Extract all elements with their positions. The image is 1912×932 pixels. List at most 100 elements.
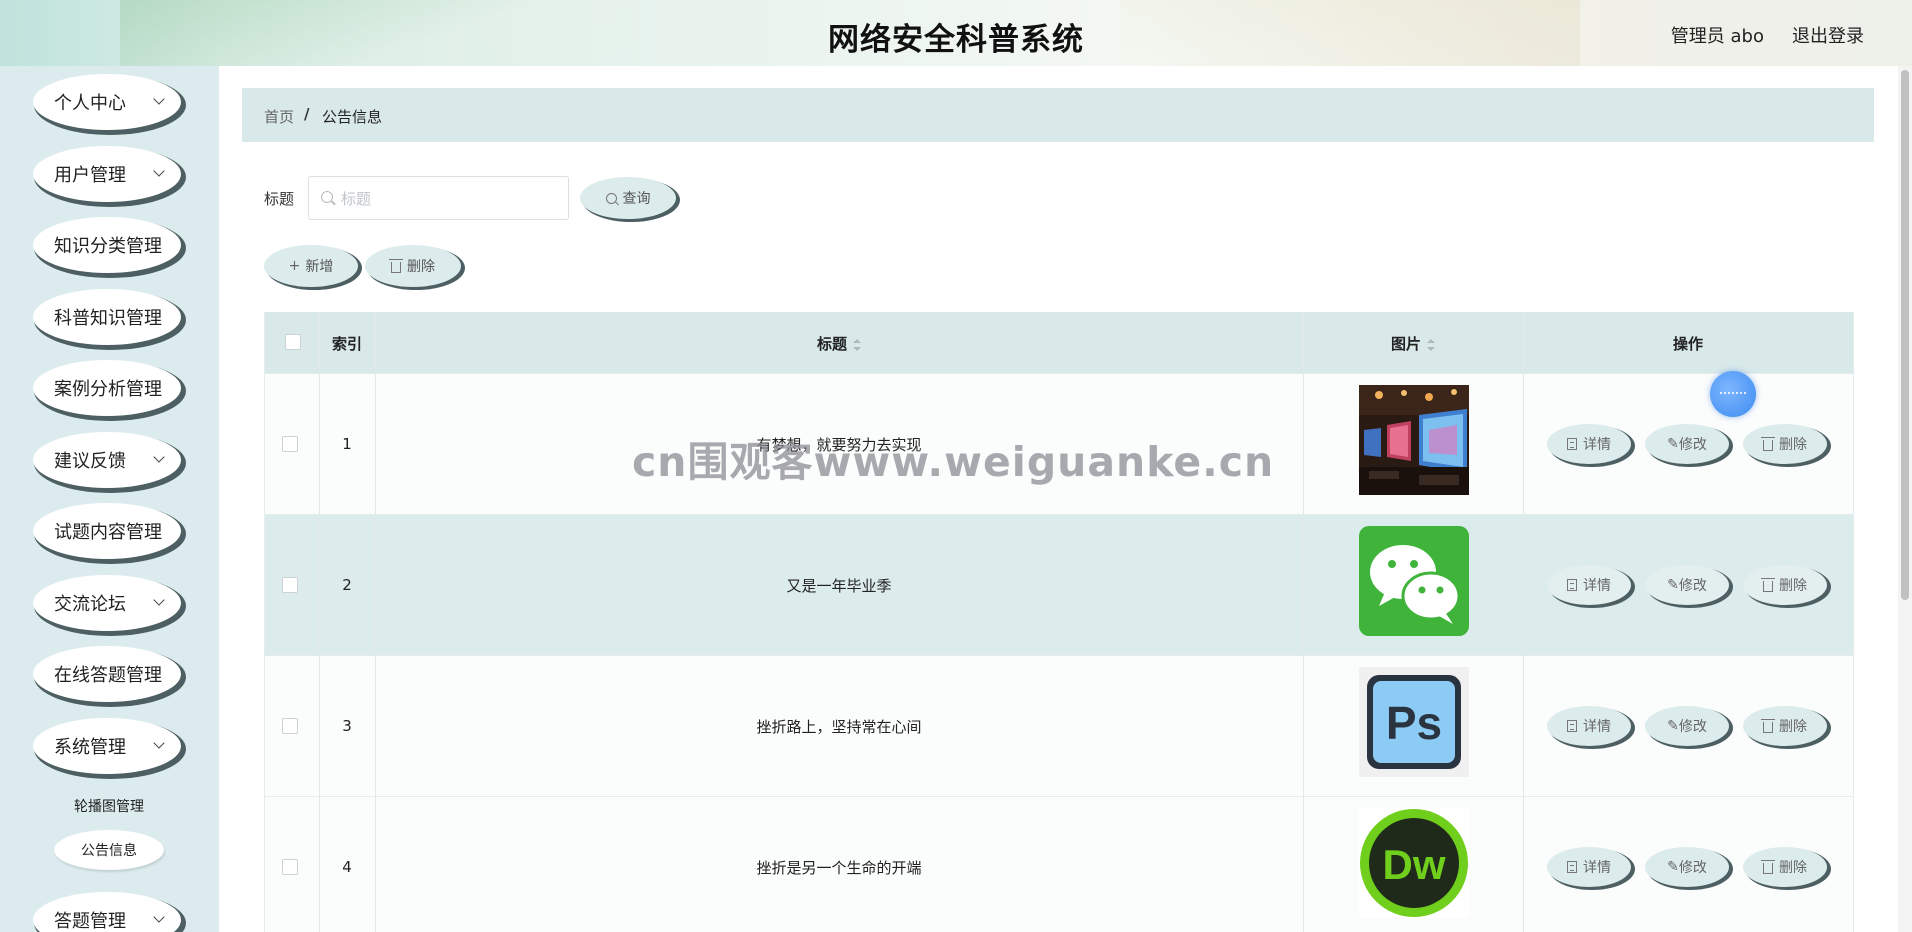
plus-icon: + <box>288 258 301 274</box>
table-row: 1 有梦想，就要努力去实现 详情 ✎ 修改 删除 <box>265 373 1853 514</box>
row-image <box>1359 385 1469 495</box>
edit-button-label: 修改 <box>1678 860 1707 876</box>
delete-button[interactable]: 删除 <box>1743 847 1827 887</box>
pencil-icon: ✎ <box>1667 577 1679 593</box>
sidebar-item-label: 答题管理 <box>54 911 126 932</box>
row-title: 有梦想，就要努力去实现 <box>756 436 922 454</box>
search-input[interactable] <box>341 187 561 211</box>
row-index: 4 <box>342 858 352 876</box>
sidebar-subitem-carousel[interactable]: 轮播图管理 <box>54 786 164 826</box>
sidebar-item-answer-management[interactable]: 答题管理 <box>33 892 181 932</box>
column-divider <box>1523 312 1524 932</box>
edit-button[interactable]: ✎ 修改 <box>1645 565 1729 605</box>
column-divider <box>1303 312 1304 932</box>
search-field[interactable] <box>308 176 569 220</box>
pencil-icon: ✎ <box>1667 718 1679 734</box>
chevron-down-icon <box>153 451 165 463</box>
delete-button-label: 删除 <box>1779 860 1807 876</box>
breadcrumb: 首页 / 公告信息 <box>242 88 1874 142</box>
floating-assistant-icon[interactable] <box>1710 371 1756 417</box>
sidebar-item-question-content[interactable]: 试题内容管理 <box>33 503 181 559</box>
row-image: Dw <box>1359 808 1469 918</box>
document-icon <box>1567 861 1577 873</box>
query-button-label: 查询 <box>622 191 651 207</box>
search-label: 标题 <box>264 190 295 208</box>
delete-button-label: 删除 <box>1779 719 1807 735</box>
trash-icon <box>1761 577 1775 592</box>
ps-logo-image: Ps <box>1359 667 1469 777</box>
sidebar-item-user-management[interactable]: 用户管理 <box>33 146 181 202</box>
edit-button-label: 修改 <box>1678 578 1707 594</box>
search-icon <box>605 192 617 204</box>
row-index: 3 <box>342 717 352 735</box>
row-checkbox[interactable] <box>282 436 298 452</box>
delete-button[interactable]: 删除 <box>1743 565 1827 605</box>
detail-button[interactable]: 详情 <box>1547 565 1631 605</box>
trash-icon <box>1761 859 1775 874</box>
sidebar-item-forum[interactable]: 交流论坛 <box>33 575 181 631</box>
row-title: 挫折是另一个生命的开端 <box>756 859 922 877</box>
detail-button-label: 详情 <box>1583 860 1611 876</box>
sidebar-item-feedback[interactable]: 建议反馈 <box>33 432 181 488</box>
edit-button-label: 修改 <box>1678 719 1707 735</box>
sidebar-item-science-knowledge[interactable]: 科普知识管理 <box>33 289 181 345</box>
delete-button-label: 删除 <box>1779 437 1807 453</box>
row-image <box>1359 526 1469 636</box>
chevron-down-icon <box>153 911 165 923</box>
sidebar-item-label: 在线答题管理 <box>54 665 162 686</box>
trash-icon <box>389 258 403 273</box>
breadcrumb-home[interactable]: 首页 <box>264 106 294 127</box>
chevron-down-icon <box>153 737 165 749</box>
sidebar-subitem-label: 轮播图管理 <box>74 799 144 815</box>
column-header-title[interactable]: 标题 <box>375 333 1303 354</box>
vertical-scrollbar[interactable] <box>1898 66 1912 932</box>
detail-button[interactable]: 详情 <box>1547 706 1631 746</box>
row-index: 2 <box>342 576 352 594</box>
breadcrumb-separator: / <box>304 105 310 123</box>
row-checkbox[interactable] <box>282 859 298 875</box>
gaming-room-photo-image <box>1359 385 1469 495</box>
detail-button-label: 详情 <box>1583 437 1611 453</box>
sort-icon[interactable] <box>853 338 861 351</box>
row-checkbox[interactable] <box>282 577 298 593</box>
logout-link[interactable]: 退出登录 <box>1792 22 1864 48</box>
add-button[interactable]: + 新增 <box>264 245 358 287</box>
column-header-title-label: 标题 <box>816 335 847 353</box>
edit-button[interactable]: ✎ 修改 <box>1645 847 1729 887</box>
sidebar-item-system-management[interactable]: 系统管理 <box>33 718 181 774</box>
column-header-image[interactable]: 图片 <box>1303 333 1523 354</box>
bulk-delete-button[interactable]: 删除 <box>365 245 461 287</box>
delete-button[interactable]: 删除 <box>1743 706 1827 746</box>
sidebar-item-knowledge-category[interactable]: 知识分类管理 <box>33 217 181 273</box>
select-all-checkbox[interactable] <box>285 334 301 350</box>
detail-button[interactable]: 详情 <box>1547 424 1631 464</box>
trash-icon <box>1761 718 1775 733</box>
app-title: 网络安全科普系统 <box>828 22 1084 58</box>
sidebar-item-online-quiz[interactable]: 在线答题管理 <box>33 646 181 702</box>
column-divider <box>375 312 376 932</box>
delete-button[interactable]: 删除 <box>1743 424 1827 464</box>
dw-logo-image: Dw <box>1359 808 1469 918</box>
query-button[interactable]: 查询 <box>580 177 676 219</box>
sidebar-item-label: 交流论坛 <box>54 594 126 615</box>
column-divider <box>319 312 320 932</box>
sidebar-item-label: 建议反馈 <box>54 451 126 472</box>
table-row: 4 挫折是另一个生命的开端 Dw 详情 ✎ 修改 删除 <box>265 796 1853 932</box>
row-image: Ps <box>1359 667 1469 777</box>
detail-button-label: 详情 <box>1583 719 1611 735</box>
row-checkbox[interactable] <box>282 718 298 734</box>
sidebar-item-label: 用户管理 <box>54 165 126 186</box>
sidebar-item-personal-center[interactable]: 个人中心 <box>33 74 181 130</box>
edit-button[interactable]: ✎ 修改 <box>1645 424 1729 464</box>
chevron-down-icon <box>153 165 165 177</box>
column-header-index: 索引 <box>331 335 362 353</box>
detail-button[interactable]: 详情 <box>1547 847 1631 887</box>
sidebar-item-label: 科普知识管理 <box>54 308 162 329</box>
scrollbar-thumb[interactable] <box>1901 70 1909 600</box>
sidebar-subitem-announcement[interactable]: 公告信息 <box>54 830 164 870</box>
add-button-label: 新增 <box>305 259 334 275</box>
trash-icon <box>1761 436 1775 451</box>
sort-icon[interactable] <box>1427 338 1435 351</box>
sidebar-item-case-analysis[interactable]: 案例分析管理 <box>33 360 181 416</box>
edit-button[interactable]: ✎ 修改 <box>1645 706 1729 746</box>
